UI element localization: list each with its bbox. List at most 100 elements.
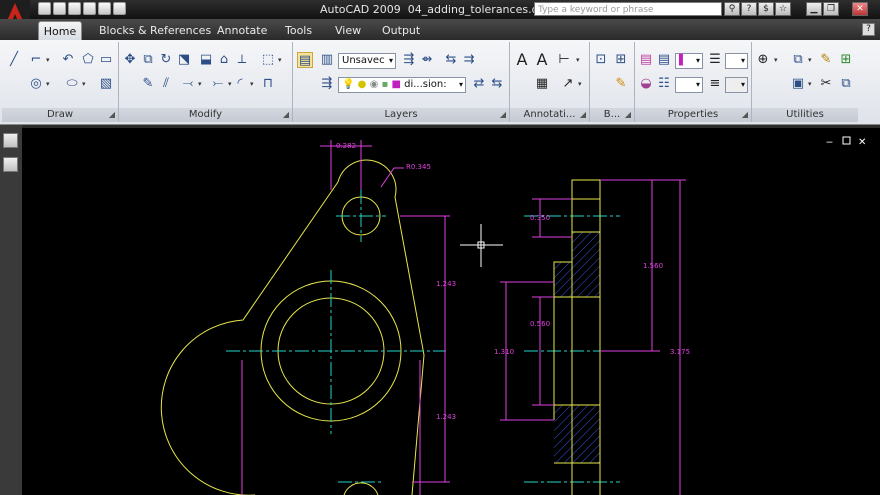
properties-panel-label[interactable]: Properties ◢ <box>635 108 751 122</box>
lightbulb-icon[interactable]: 💡 <box>342 79 354 90</box>
polyline-icon[interactable]: ⌐ <box>28 52 44 68</box>
annotation-panel-label[interactable]: Annotati... ◢ <box>510 108 589 122</box>
color-combo[interactable]: ▌ ▾ <box>675 53 703 69</box>
copy-clip-icon[interactable]: ⧉ <box>838 76 854 92</box>
chevron-down-icon[interactable]: ▾ <box>576 56 580 64</box>
circle-icon[interactable]: ◎ <box>28 76 44 92</box>
sun-icon[interactable]: ● <box>358 79 367 90</box>
extend-icon[interactable]: ⤚ <box>210 76 226 92</box>
print-icon[interactable] <box>83 2 96 15</box>
linear-dimension-icon[interactable]: ⊢ <box>556 52 572 68</box>
plot-style-icon[interactable]: ≡ <box>707 76 723 92</box>
draw-panel-label[interactable]: Draw ◢ <box>2 108 118 122</box>
byblock-icon[interactable]: ▤ <box>656 52 672 68</box>
join-icon[interactable]: ⊓ <box>260 76 276 92</box>
tab-annotate[interactable]: Annotate <box>213 21 271 40</box>
expand-icon[interactable]: ◢ <box>625 108 631 122</box>
chevron-down-icon[interactable]: ▾ <box>198 80 202 88</box>
modify-panel-label[interactable]: Modify ◢ <box>119 108 292 122</box>
expand-icon[interactable]: ◢ <box>109 108 115 122</box>
expand-icon[interactable]: ◢ <box>283 108 289 122</box>
utilities-panel-label[interactable]: Utilities <box>752 108 858 122</box>
plot-style-combo[interactable]: ▾ <box>725 77 748 93</box>
redo-icon[interactable] <box>113 2 126 15</box>
favorites-star-icon[interactable]: ☆ <box>775 2 791 16</box>
move-icon[interactable]: ✥ <box>122 52 138 68</box>
undo-icon[interactable] <box>98 2 111 15</box>
undo-arc-icon[interactable]: ↶ <box>60 52 76 68</box>
create-block-icon[interactable]: ⊞ <box>613 52 629 68</box>
linetype-combo[interactable]: ▾ <box>675 77 703 93</box>
chevron-down-icon[interactable]: ▾ <box>808 56 812 64</box>
cut-icon[interactable]: ✂ <box>818 76 834 92</box>
chevron-down-icon[interactable]: ▾ <box>250 80 254 88</box>
lock-icon[interactable]: ▪ <box>381 79 388 90</box>
layer-state-icon[interactable]: ▥ <box>319 52 335 68</box>
scale-icon[interactable]: ⬓ <box>198 52 214 68</box>
drawing-viewport[interactable]: ‒ ✕ 0.282 R0.345 1.243 1.243 0.350 0.560… <box>22 128 880 495</box>
lineweight-combo[interactable]: ▾ <box>725 53 748 69</box>
table-icon[interactable]: ▦ <box>534 76 550 92</box>
close-button[interactable]: ✕ <box>852 2 868 16</box>
offset-icon[interactable]: ⫽ <box>158 76 174 92</box>
save-icon[interactable] <box>68 2 81 15</box>
paste-icon[interactable]: ▣ <box>790 76 806 92</box>
chevron-down-icon[interactable]: ▾ <box>741 54 745 68</box>
hatch-icon[interactable]: ▧ <box>98 76 114 92</box>
help-menu-icon[interactable]: ? <box>741 2 757 16</box>
tab-blocks-references[interactable]: Blocks & References <box>95 21 215 40</box>
layer-manager-icon[interactable] <box>3 133 18 148</box>
chevron-down-icon[interactable]: ▾ <box>696 78 700 92</box>
tab-home[interactable]: Home <box>38 21 82 40</box>
layer-merge-icon[interactable]: ⇆ <box>489 76 505 92</box>
chevron-down-icon[interactable]: ▾ <box>228 80 232 88</box>
edit-block-icon[interactable]: ✎ <box>613 76 629 92</box>
viewport-minimize-icon[interactable]: ‒ <box>826 135 833 148</box>
rotate-icon[interactable]: ↻ <box>158 52 174 68</box>
single-line-text-icon[interactable]: A <box>534 52 550 68</box>
layer-match-icon[interactable]: ⇆ <box>443 52 459 68</box>
viewport-restore-icon[interactable] <box>842 136 851 145</box>
expand-icon[interactable]: ◢ <box>742 108 748 122</box>
line-icon[interactable]: ╱ <box>6 52 22 68</box>
layer-freeze-icon[interactable]: ⇶ <box>319 76 335 92</box>
search-input[interactable]: Type a keyword or phrase <box>534 2 722 16</box>
minimize-button[interactable]: ▁ <box>806 2 822 16</box>
subscription-icon[interactable]: $ <box>758 2 774 16</box>
copy-icon[interactable]: ⧉ <box>140 52 156 68</box>
block-panel-label[interactable]: B... ◢ <box>590 108 634 122</box>
layer-combo[interactable]: 💡 ● ◉ ▪ ■ di...sion: ▾ <box>338 77 466 93</box>
linetype-icon[interactable]: ☷ <box>656 76 672 92</box>
explode-icon[interactable]: ⬚ <box>260 52 276 68</box>
erase-icon[interactable]: ✎ <box>140 76 156 92</box>
chevron-down-icon[interactable]: ▾ <box>46 56 50 64</box>
insert-block-icon[interactable]: ⊡ <box>593 52 609 68</box>
chevron-down-icon[interactable]: ▾ <box>774 56 778 64</box>
match-properties-icon[interactable]: ▤ <box>638 52 654 68</box>
tool-palette-icon[interactable] <box>3 157 18 172</box>
tab-tools[interactable]: Tools <box>281 21 316 40</box>
layers-panel-label[interactable]: Layers ◢ <box>293 108 509 122</box>
list-properties-icon[interactable]: ◒ <box>638 76 654 92</box>
mirror-icon[interactable]: ⟂ <box>234 52 250 68</box>
lineweight-icon[interactable]: ☰ <box>707 52 723 68</box>
restore-button[interactable]: ❐ <box>823 2 839 16</box>
chevron-down-icon[interactable]: ▾ <box>696 54 700 68</box>
layer-isolate-icon[interactable]: ⇴ <box>419 52 435 68</box>
multiline-text-icon[interactable]: A <box>514 52 530 68</box>
stretch-icon[interactable]: ⬔ <box>176 52 192 68</box>
zoom-icon[interactable]: ⊕ <box>755 52 771 68</box>
open-file-icon[interactable] <box>53 2 66 15</box>
layer-properties-icon[interactable]: ▤ <box>297 52 313 68</box>
chevron-down-icon[interactable]: ▾ <box>82 80 86 88</box>
chevron-down-icon[interactable]: ▾ <box>389 54 393 68</box>
help-button[interactable]: ? <box>862 23 875 36</box>
new-file-icon[interactable] <box>38 2 51 15</box>
search-button-icon[interactable]: ⚲ <box>724 2 740 16</box>
polygon-icon[interactable]: ⬠ <box>80 52 96 68</box>
array-icon[interactable]: ⌂ <box>216 52 232 68</box>
layer-state-combo[interactable]: Unsavec ▾ <box>338 53 396 69</box>
expand-icon[interactable]: ◢ <box>580 108 586 122</box>
expand-icon[interactable]: ◢ <box>500 108 506 122</box>
viewport-close-icon[interactable]: ✕ <box>858 137 866 148</box>
